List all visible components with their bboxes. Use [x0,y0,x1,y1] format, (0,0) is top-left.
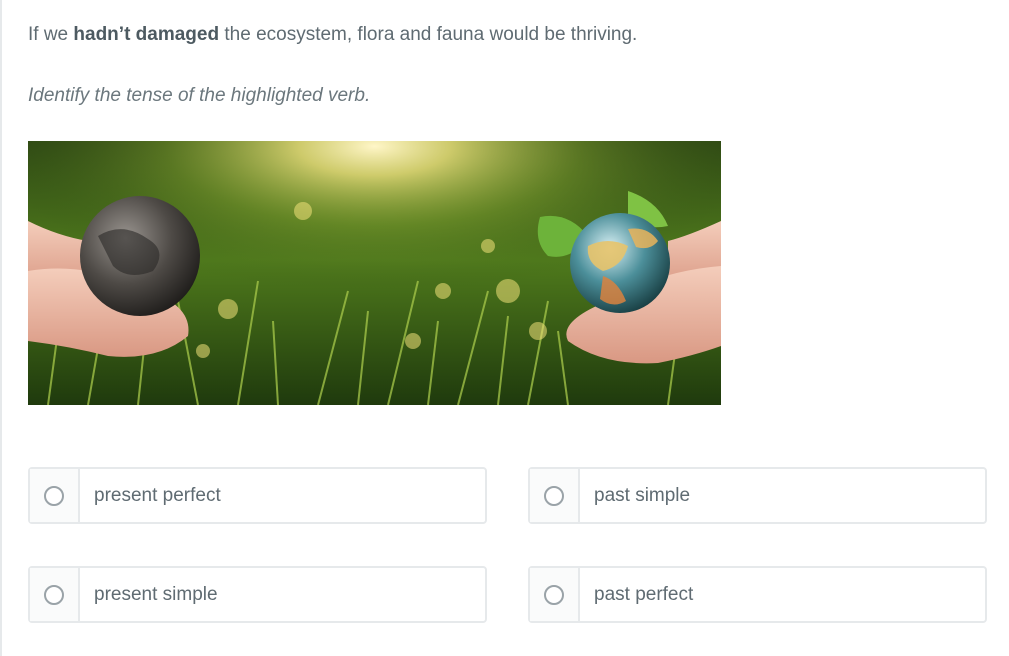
answer-option-past-simple[interactable]: past simple [528,467,987,524]
sentence-before: If we [28,24,74,45]
answer-label: present perfect [94,485,221,506]
radio-button[interactable] [544,486,564,506]
radio-button[interactable] [544,585,564,605]
question-image [28,141,721,405]
answer-option-present-perfect[interactable]: present perfect [28,467,487,524]
sentence-after: the ecosystem, flora and fauna would be … [219,24,638,45]
answer-label: present simple [94,584,218,605]
radio-button[interactable] [44,486,64,506]
radio-cell [30,568,80,621]
radio-cell [30,469,80,522]
highlighted-verb: hadn’t damaged [73,24,220,45]
answer-option-present-simple[interactable]: present simple [28,566,487,623]
radio-cell [530,568,580,621]
answer-label: past perfect [594,584,694,605]
question-sentence: If we hadn’t damaged the ecosystem, flor… [28,22,637,48]
radio-button[interactable] [44,585,64,605]
answer-option-past-perfect[interactable]: past perfect [528,566,987,623]
radio-cell [530,469,580,522]
answer-label: past simple [594,485,691,506]
question-instruction: Identify the tense of the highlighted ve… [28,85,371,106]
quiz-page: If we hadn’t damaged the ecosystem, flor… [0,0,1009,656]
